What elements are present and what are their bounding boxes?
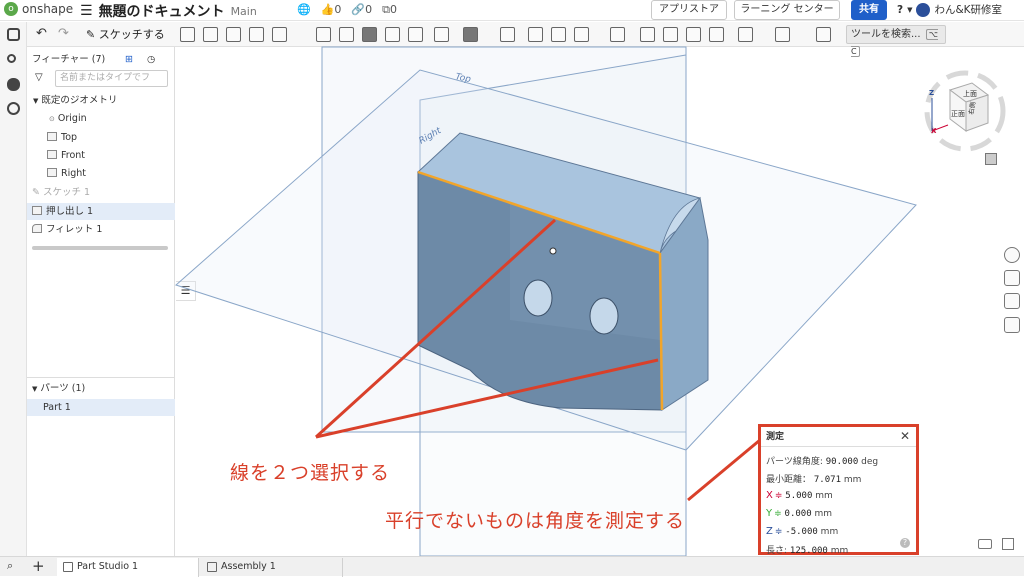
y-axis-icon: ≑	[774, 509, 782, 519]
view-options-icon[interactable]	[985, 153, 997, 165]
cursor-point	[549, 247, 557, 255]
min-distance-label: 最小距離：	[766, 475, 812, 485]
angle-value: 90.000	[825, 457, 859, 467]
measure-min-distance-row: 最小距離： 7.071 mm	[766, 472, 861, 485]
length-unit: mm	[830, 546, 849, 556]
cube-front-label: 正面	[951, 110, 965, 118]
tab-part-studio-1[interactable]: Part Studio 1	[57, 558, 199, 577]
x-axis-icon: ≑	[774, 491, 783, 501]
cube-top-label: 上面	[963, 89, 977, 98]
z-unit: mm	[820, 527, 839, 537]
measure-title: 測定	[766, 432, 785, 442]
min-distance-value: 7.071	[813, 475, 841, 485]
length-value: 125.000	[789, 546, 828, 556]
y-value: 0.000	[784, 509, 812, 519]
measure-panel: 測定 ✕ パーツ線角度: 90.000 deg 最小距離： 7.071 mm X…	[758, 424, 919, 556]
view-cube[interactable]: 上面 正面 右側 Z X	[920, 65, 1010, 160]
display-states-icon[interactable]	[1004, 270, 1020, 286]
appearance-icon[interactable]	[1004, 247, 1020, 263]
length-label: 長さ:	[766, 546, 788, 556]
x-value: 5.000	[785, 491, 813, 501]
arrow-to-measure	[687, 438, 761, 502]
assembly-icon	[207, 562, 217, 572]
min-distance-unit: mm	[843, 475, 862, 485]
measure-header: 測定	[761, 427, 916, 447]
z-value: -5.000	[785, 527, 818, 537]
z-axis-label: Z	[766, 526, 773, 537]
axis-z-label: Z	[929, 89, 934, 97]
print-icon[interactable]	[978, 539, 992, 549]
named-views-icon[interactable]	[1004, 293, 1020, 309]
close-icon[interactable]: ✕	[900, 429, 910, 443]
configurations-icon[interactable]	[1004, 317, 1020, 333]
y-unit: mm	[814, 509, 833, 519]
x-unit: mm	[815, 491, 833, 501]
z-axis-icon: ≑	[774, 527, 783, 537]
hole-left	[523, 279, 553, 317]
tab-part-studio-label: Part Studio 1	[77, 561, 139, 572]
measure-x-row: X ≑ 5.000 mm	[766, 490, 833, 501]
tab-assembly-1[interactable]: Assembly 1	[201, 558, 343, 577]
x-axis-label: X	[766, 490, 773, 501]
annotation-measure-angle: 平行でないものは角度を測定する	[385, 510, 686, 532]
add-tab-icon[interactable]: +	[32, 557, 45, 575]
y-axis-label: Y	[766, 508, 773, 519]
hole-right	[589, 297, 619, 335]
measure-length-row: 長さ: 125.000 mm	[766, 543, 848, 556]
help-icon[interactable]: ?	[900, 538, 910, 548]
measure-angle-row: パーツ線角度: 90.000 deg	[766, 454, 878, 467]
angle-label: パーツ線角度:	[766, 457, 823, 467]
angle-unit: deg	[861, 457, 879, 467]
measure-y-row: Y ≑ 0.000 mm	[766, 508, 832, 519]
search-icon[interactable]: ⌕	[7, 559, 13, 573]
tab-assembly-label: Assembly 1	[221, 561, 276, 572]
annotation-select-two-edges: 線を２つ選択する	[230, 462, 391, 484]
measure-z-row: Z ≑ -5.000 mm	[766, 526, 838, 537]
bottom-tab-bar: ⌕ + Part Studio 1 Assembly 1	[0, 556, 1024, 577]
part-studio-icon	[63, 562, 73, 572]
export-icon[interactable]	[1002, 538, 1014, 550]
